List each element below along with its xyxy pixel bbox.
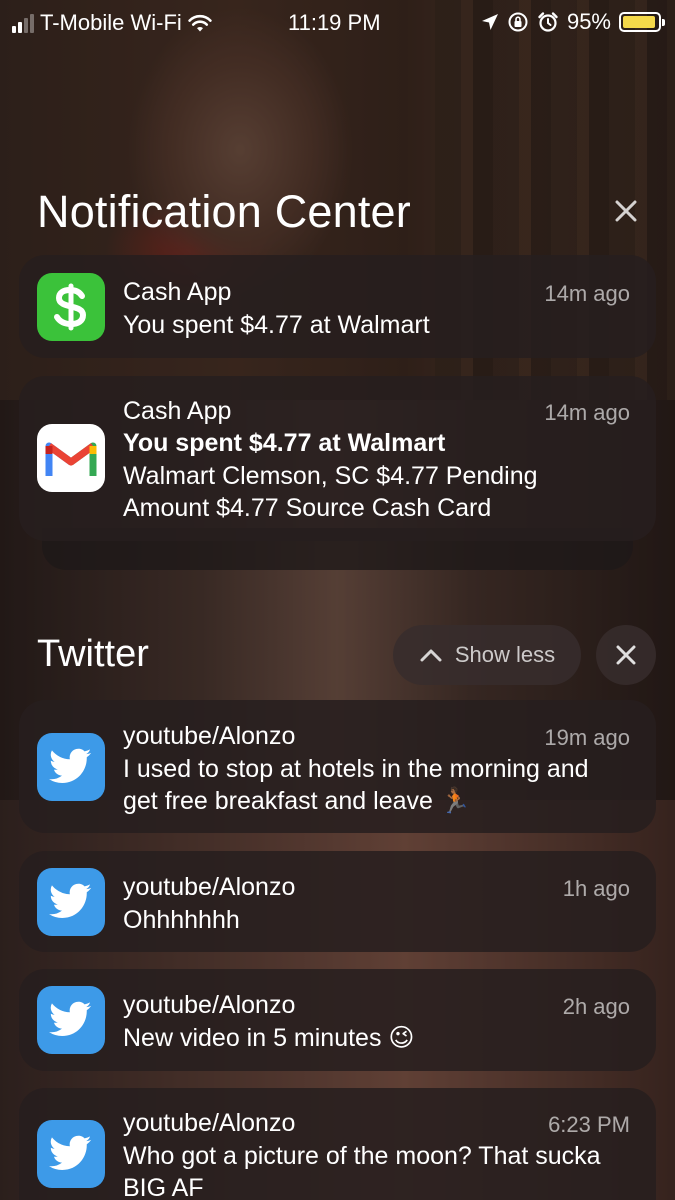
notification-time: 14m ago	[544, 281, 630, 306]
notification-twitter[interactable]: youtube/Alonzo 6:23 PM Who got a picture…	[19, 1088, 656, 1200]
notification-twitter[interactable]: youtube/Alonzo 2h ago New video in 5 min…	[19, 969, 656, 1071]
status-bar: T-Mobile Wi-Fi 11:19 PM 95%	[0, 0, 675, 44]
twitter-icon	[37, 986, 105, 1054]
battery-icon	[619, 12, 665, 32]
notification-time: 6:23 PM	[548, 1112, 630, 1137]
battery-percent: 95%	[566, 9, 611, 34]
notification-sender: youtube/Alonzo	[123, 873, 296, 901]
carrier-label: T-Mobile Wi-Fi	[40, 10, 182, 35]
close-icon	[616, 645, 636, 665]
notification-app-name: Cash App	[123, 397, 232, 425]
notification-time: 1h ago	[562, 876, 630, 901]
status-time: 11:19 PM	[288, 10, 381, 35]
signal-icon	[12, 13, 34, 33]
notification-body: Who got a picture of the moon? That suck…	[123, 1142, 601, 1200]
notification-gmail[interactable]: Cash App 14m ago You spent $4.77 at Walm…	[19, 376, 656, 541]
show-less-button[interactable]: Show less	[393, 625, 581, 685]
group-title-twitter: Twitter	[37, 633, 149, 675]
notification-body: You spent $4.77 at Walmart	[123, 311, 430, 339]
notification-sender: youtube/Alonzo	[123, 722, 296, 750]
cash-app-icon	[37, 273, 105, 341]
notification-body: New video in 5 minutes 😉	[123, 1024, 415, 1052]
notification-subject: You spent $4.77 at Walmart	[123, 429, 446, 457]
notification-time: 19m ago	[544, 725, 630, 750]
notification-cash-app[interactable]: Cash App 14m ago You spent $4.77 at Walm…	[19, 255, 656, 358]
wifi-icon	[188, 14, 212, 32]
notification-twitter[interactable]: youtube/Alonzo 19m ago I used to stop at…	[19, 700, 656, 833]
show-less-label: Show less	[454, 642, 556, 667]
notification-twitter[interactable]: youtube/Alonzo 1h ago Ohhhhhhh	[19, 851, 656, 952]
clear-group-button[interactable]	[596, 625, 656, 685]
notification-time: 14m ago	[544, 400, 630, 425]
alarm-icon	[538, 12, 558, 32]
close-icon[interactable]	[608, 193, 644, 229]
notification-center-title: Notification Center	[37, 186, 411, 237]
notification-body: Walmart Clemson, SC $4.77 Pending Amount…	[123, 462, 538, 522]
notification-sender: youtube/Alonzo	[123, 1109, 296, 1137]
notification-body: Ohhhhhhh	[123, 906, 240, 934]
location-icon	[481, 14, 498, 30]
twitter-icon	[37, 868, 105, 936]
chevron-up-icon	[420, 649, 442, 662]
orientation-lock-icon	[508, 12, 528, 32]
notification-time: 2h ago	[562, 994, 630, 1019]
twitter-icon	[37, 733, 105, 801]
notification-body: I used to stop at hotels in the morning …	[123, 755, 589, 815]
gmail-icon	[37, 424, 105, 492]
notification-sender: youtube/Alonzo	[123, 991, 296, 1019]
notification-app-name: Cash App	[123, 278, 232, 306]
twitter-icon	[37, 1120, 105, 1188]
